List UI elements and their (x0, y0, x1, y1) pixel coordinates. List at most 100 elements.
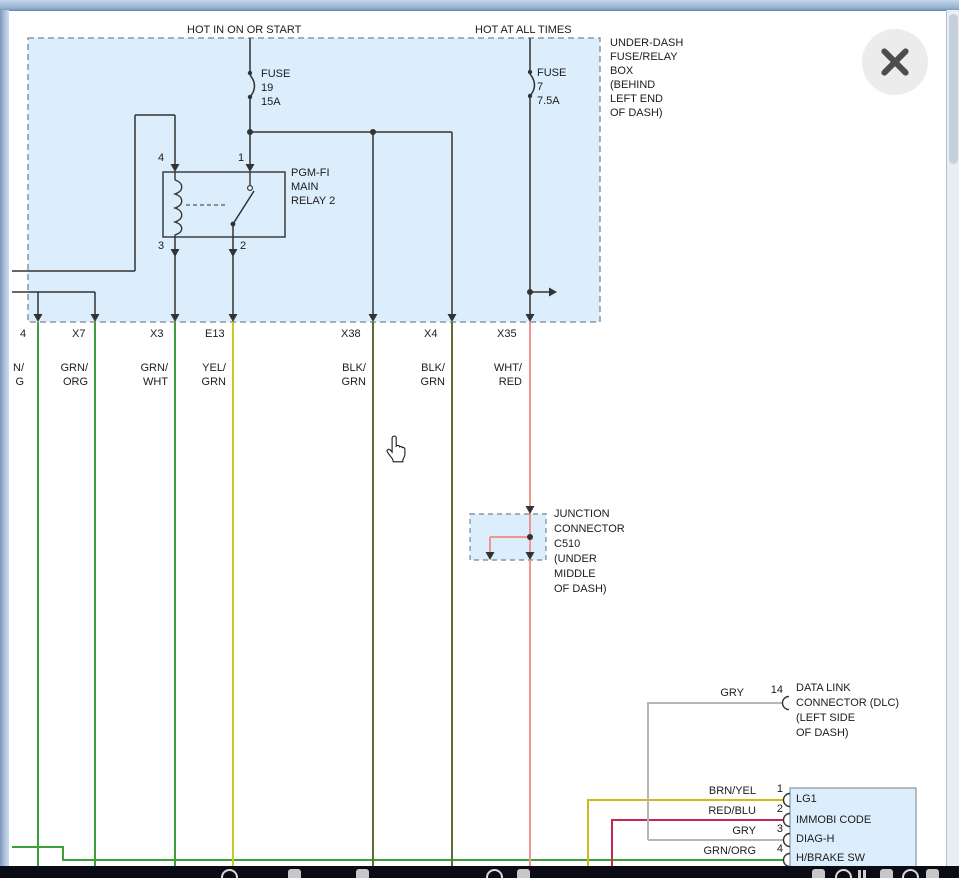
green-wires (12, 322, 784, 866)
wire-color-line: YEL/ (191, 361, 226, 375)
relay-name-line: RELAY 2 (291, 194, 335, 208)
note-line: DATA LINK (796, 681, 899, 696)
dark-green-wires (373, 322, 452, 866)
wire-color-label: BLK/ GRN (328, 361, 366, 389)
pin-socket-arcs (783, 697, 790, 867)
lg1-signal: IMMOBI CODE (796, 814, 871, 827)
wire-color-label: BLK/ GRN (407, 361, 445, 389)
diagram-viewport[interactable]: HOT IN ON OR START HOT AT ALL TIMES UNDE… (0, 0, 959, 878)
note-line: MIDDLE (554, 567, 625, 582)
taskbar-tray-icon[interactable] (902, 869, 919, 878)
scrollbar-thumb[interactable] (949, 14, 958, 164)
relay-pin-2: 2 (240, 240, 246, 253)
taskbar-app-icon[interactable] (486, 869, 503, 878)
wiring-diagram-svg (0, 0, 959, 878)
dlc-wire-color: GRY (680, 687, 744, 700)
taskbar (0, 866, 959, 878)
wire-color-line: RED (484, 375, 522, 389)
wire-color-label: GRN/ WHT (130, 361, 168, 389)
exit-id: X3 (150, 328, 163, 341)
note-line: OF DASH) (796, 726, 899, 741)
exit-id: X7 (72, 328, 85, 341)
lg1-signal: DIAG-H (796, 833, 835, 846)
lg1-wire-color: BRN/YEL (688, 785, 756, 798)
fuse-name: FUSE (537, 66, 566, 80)
wire-color-line: GRN/ (52, 361, 88, 375)
lg1-pin: 4 (772, 843, 783, 856)
pink-wire (490, 322, 530, 866)
lg1-wire-color: GRN/ORG (688, 845, 756, 858)
wire-color-label: GRN/ ORG (52, 361, 88, 389)
relay-name-line: PGM-FI (291, 166, 335, 180)
fuse-19-label: FUSE 19 15A (261, 67, 290, 109)
wire-color-line: ORG (52, 375, 88, 389)
taskbar-app-icon[interactable] (420, 869, 434, 878)
fusebox-note: UNDER-DASH FUSE/RELAY BOX (BEHIND LEFT E… (610, 36, 683, 120)
note-line: (BEHIND (610, 78, 683, 92)
taskbar-app-icon[interactable] (517, 869, 530, 878)
relay-pin-3: 3 (158, 240, 164, 253)
vertical-scrollbar[interactable] (946, 10, 959, 866)
lg1-pin: 2 (772, 803, 783, 816)
dlc-note: DATA LINK CONNECTOR (DLC) (LEFT SIDE OF … (796, 681, 899, 741)
exit-id: E13 (205, 328, 225, 341)
wire-color-label: WHT/ RED (484, 361, 522, 389)
taskbar-app-icon[interactable] (221, 869, 238, 878)
note-line: (LEFT SIDE (796, 711, 899, 726)
wire-color-line: GRN (328, 375, 366, 389)
taskbar-tray-icon[interactable] (880, 869, 893, 878)
hand-cursor-icon (387, 436, 405, 462)
exit-id: X4 (424, 328, 437, 341)
fuse-number: 19 (261, 81, 290, 95)
note-line: OF DASH) (554, 582, 625, 597)
lg1-wire-color: GRY (688, 825, 756, 838)
lg1-signal: H/BRAKE SW (796, 852, 865, 865)
taskbar-tray-icon[interactable] (812, 869, 825, 878)
taskbar-tray-icon[interactable] (835, 869, 852, 878)
window-left-edge (0, 10, 9, 866)
lg1-wire-color: RED/BLU (688, 805, 756, 818)
relay-name-line: MAIN (291, 180, 335, 194)
exit-id: X35 (497, 328, 517, 341)
note-line: OF DASH) (610, 106, 683, 120)
fuse-amps: 7.5A (537, 94, 566, 108)
wire-color-line: WHT/ (484, 361, 522, 375)
fuse-7-label: FUSE 7 7.5A (537, 66, 566, 108)
note-line: C510 (554, 537, 625, 552)
note-line: UNDER-DASH (610, 36, 683, 50)
note-line: BOX (610, 64, 683, 78)
wire-color-line: BLK/ (328, 361, 366, 375)
taskbar-tray-icon[interactable] (926, 869, 939, 878)
note-line: JUNCTION (554, 507, 625, 522)
close-button[interactable] (862, 29, 928, 95)
wire-color-line: GRN (191, 375, 226, 389)
power-label-left: HOT IN ON OR START (187, 24, 301, 37)
note-line: CONNECTOR (DLC) (796, 696, 899, 711)
taskbar-app-icon[interactable] (356, 869, 369, 878)
lg1-pin: 3 (772, 823, 783, 836)
note-line: CONNECTOR (554, 522, 625, 537)
relay-pin-4: 4 (158, 152, 164, 165)
exit-id: X38 (341, 328, 361, 341)
fuse-number: 7 (537, 80, 566, 94)
wire-color-line: WHT (130, 375, 168, 389)
note-line: (UNDER (554, 552, 625, 567)
exit-id: 4 (20, 328, 26, 341)
wire-color-line: GRN/ (130, 361, 168, 375)
relay-pin-1: 1 (238, 152, 244, 165)
power-label-right: HOT AT ALL TIMES (475, 24, 572, 37)
relay-name: PGM-FI MAIN RELAY 2 (291, 166, 335, 208)
lg1-pin: 1 (772, 783, 783, 796)
junction-note: JUNCTION CONNECTOR C510 (UNDER MIDDLE OF… (554, 507, 625, 597)
window-top-edge (0, 0, 959, 11)
wire-color-label: YEL/ GRN (191, 361, 226, 389)
dlc-pin: 14 (770, 684, 783, 697)
taskbar-tray-icon[interactable] (858, 869, 868, 878)
note-line: LEFT END (610, 92, 683, 106)
fuse-name: FUSE (261, 67, 290, 81)
wire-color-line: GRN (407, 375, 445, 389)
taskbar-app-icon[interactable] (288, 869, 301, 878)
lg1-signal: LG1 (796, 793, 817, 806)
note-line: FUSE/RELAY (610, 50, 683, 64)
wire-color-line: BLK/ (407, 361, 445, 375)
